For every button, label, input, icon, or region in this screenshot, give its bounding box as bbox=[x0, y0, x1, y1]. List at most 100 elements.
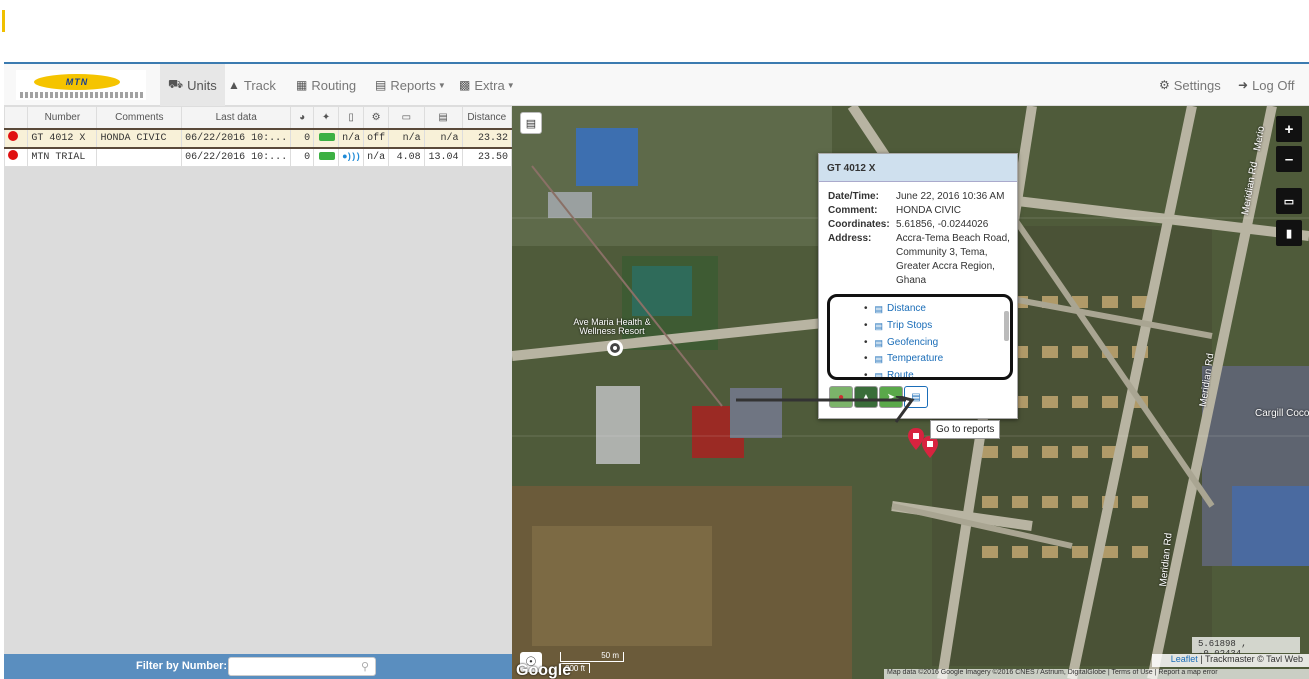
nav-extra-label: Extra bbox=[474, 77, 505, 93]
chevron-down-icon: ▼ bbox=[506, 80, 515, 90]
map-view[interactable]: ▤ + – ▭ ▮ Ave Maria Health & Wellness Re… bbox=[512, 106, 1309, 679]
distance-cell: 23.32 bbox=[461, 127, 513, 149]
report-link-distance[interactable]: • ▤ Distance bbox=[864, 301, 1010, 318]
satellite-icon: ✦ bbox=[321, 111, 331, 123]
col-power[interactable]: ▭ bbox=[388, 106, 425, 129]
collapse-panel-button[interactable]: ▤ bbox=[520, 112, 542, 134]
minus-icon: – bbox=[1284, 150, 1294, 168]
zoom-out-button[interactable]: – bbox=[1276, 146, 1302, 172]
annotation-arrow bbox=[736, 396, 915, 423]
top-strip bbox=[0, 0, 1309, 64]
nav-logoff[interactable]: ➜ Log Off bbox=[1238, 64, 1294, 106]
document-icon: ▤ bbox=[874, 337, 884, 348]
popup-details: Date/Time: June 22, 2016 10:36 AM Comment… bbox=[828, 190, 1018, 288]
signal-waves-icon: ●))) bbox=[342, 151, 361, 162]
nav-track-label: Track bbox=[243, 77, 276, 93]
ignition-cell: n/a bbox=[363, 147, 390, 167]
poi-label: Ave Maria Health & Wellness Resort bbox=[573, 317, 651, 336]
power-cell: n/a bbox=[388, 127, 425, 149]
google-attribution[interactable]: Map data ©2016 Google Imagery ©2016 CNES… bbox=[884, 669, 1309, 679]
battery-cell: 13.04 bbox=[423, 147, 463, 167]
col-number[interactable]: Number bbox=[27, 106, 98, 129]
document-icon: ▤ bbox=[375, 78, 387, 92]
scale-meters: 50 m bbox=[560, 652, 624, 662]
document-icon: ▤ bbox=[874, 354, 884, 365]
col-battery[interactable]: ▤ bbox=[423, 106, 463, 129]
navbar: MTN ⛟ Units ▲ Track ▦ Routing ▤ Reports ▼ ▩ Ex… bbox=[4, 64, 1309, 106]
layers-icon: ▭ bbox=[1283, 195, 1295, 208]
nav-logoff-label: Log Off bbox=[1252, 77, 1295, 93]
popup-comment-row: Comment: HONDA CIVIC bbox=[828, 204, 1018, 218]
nav-track[interactable]: ▲ Track bbox=[228, 64, 276, 106]
distance-cell: 23.50 bbox=[461, 147, 513, 167]
google-logo: Google bbox=[516, 662, 572, 679]
popup-title: GT 4012 X bbox=[819, 154, 1017, 182]
speed-cell: 0 bbox=[290, 127, 315, 149]
popup-datetime-label: Date/Time: bbox=[828, 191, 879, 202]
vehicle-popup: GT 4012 X Date/Time: June 22, 2016 10:36 … bbox=[818, 153, 1018, 419]
nav-reports[interactable]: ▤ Reports ▼ bbox=[375, 64, 446, 106]
gsm-cell: ●))) bbox=[338, 147, 365, 167]
ignition-icon: ⚙ bbox=[371, 111, 381, 123]
gps-cell bbox=[313, 127, 340, 149]
layers-button[interactable]: ▭ bbox=[1276, 188, 1302, 214]
col-status[interactable] bbox=[3, 106, 29, 129]
zoom-in-button[interactable]: + bbox=[1276, 116, 1302, 142]
col-gps[interactable]: ✦ bbox=[313, 106, 340, 129]
popup-scrollbar[interactable] bbox=[1004, 311, 1009, 341]
report-link-trip-stops[interactable]: • ▤ Trip Stops bbox=[864, 318, 1010, 335]
popup-address-row: Address: Accra-Tema Beach Road, Community… bbox=[828, 232, 1018, 288]
gear-icon: ⚙ bbox=[1159, 78, 1170, 92]
nav-routing[interactable]: ▦ Routing bbox=[296, 64, 356, 106]
signal-icon: ▯ bbox=[348, 111, 354, 123]
nav-settings-label: Settings bbox=[1173, 77, 1221, 93]
units-table: Number Comments Last data ◕ ✦ ▯ ⚙ ▭ ▤ Di… bbox=[3, 106, 513, 167]
col-distance[interactable]: Distance bbox=[461, 106, 513, 129]
plug-icon: ▭ bbox=[401, 111, 412, 123]
battery-cell: n/a bbox=[423, 127, 463, 149]
table-header-row: Number Comments Last data ◕ ✦ ▯ ⚙ ▭ ▤ Di… bbox=[3, 106, 513, 129]
table-row[interactable]: MTN TRIAL 06/22/2016 10:... 0 ●))) n/a 4… bbox=[3, 147, 513, 167]
mtn-logo[interactable]: MTN bbox=[16, 70, 146, 100]
plus-icon: + bbox=[1284, 120, 1294, 138]
power-cell: 4.08 bbox=[388, 147, 425, 167]
gps-cell bbox=[313, 147, 340, 167]
gps-bar-icon bbox=[319, 152, 336, 161]
map-label-cargill: Cargill Coco bbox=[1255, 408, 1309, 419]
leaflet-link[interactable]: Leaflet bbox=[1171, 654, 1198, 664]
nav-units[interactable]: ⛟ Units bbox=[160, 64, 225, 106]
search-icon[interactable]: ⚲ bbox=[361, 660, 369, 673]
gps-bar-icon bbox=[319, 132, 336, 141]
number-cell: GT 4012 X bbox=[27, 127, 98, 149]
col-gsm[interactable]: ▯ bbox=[338, 106, 365, 129]
document-icon: ▤ bbox=[874, 304, 884, 314]
report-link-route[interactable]: • ▤ Route bbox=[864, 368, 1010, 380]
nav-reports-label: Reports bbox=[390, 77, 436, 93]
col-last-data[interactable]: Last data bbox=[181, 106, 292, 129]
report-link-temperature[interactable]: • ▤ Temperature bbox=[864, 351, 1010, 368]
number-cell: MTN TRIAL bbox=[27, 147, 98, 167]
popup-address-label: Address: bbox=[828, 233, 872, 244]
logout-icon: ➜ bbox=[1238, 78, 1249, 92]
gsm-cell: n/a bbox=[338, 127, 365, 149]
speed-value: 0 bbox=[304, 132, 311, 144]
col-ignition[interactable]: ⚙ bbox=[363, 106, 390, 129]
document-icon: ▤ bbox=[874, 371, 884, 380]
last-data-cell: 06/22/2016 10:... bbox=[181, 127, 292, 149]
nav-routing-label: Routing bbox=[311, 77, 357, 93]
nav-extra[interactable]: ▩ Extra ▼ bbox=[459, 64, 515, 106]
table-row[interactable]: GT 4012 X HONDA CIVIC 06/22/2016 10:... … bbox=[3, 127, 513, 149]
col-comments[interactable]: Comments bbox=[96, 106, 183, 129]
bookmark-button[interactable]: ▮ bbox=[1276, 220, 1302, 246]
report-link-geofencing[interactable]: • ▤ Geofencing bbox=[864, 335, 1010, 352]
document-icon: ▤ bbox=[874, 320, 884, 331]
col-speed[interactable]: ◕ bbox=[290, 106, 315, 129]
poi-marker-icon[interactable] bbox=[607, 340, 623, 356]
comments-cell: HONDA CIVIC bbox=[96, 127, 183, 149]
nav-settings[interactable]: ⚙ Settings bbox=[1159, 64, 1221, 106]
vehicle-marker-icon[interactable] bbox=[922, 436, 938, 458]
map-icon: ▦ bbox=[296, 78, 308, 92]
status-dot-icon bbox=[8, 150, 18, 161]
filter-input[interactable] bbox=[228, 657, 376, 676]
chevron-down-icon: ▼ bbox=[437, 80, 446, 90]
